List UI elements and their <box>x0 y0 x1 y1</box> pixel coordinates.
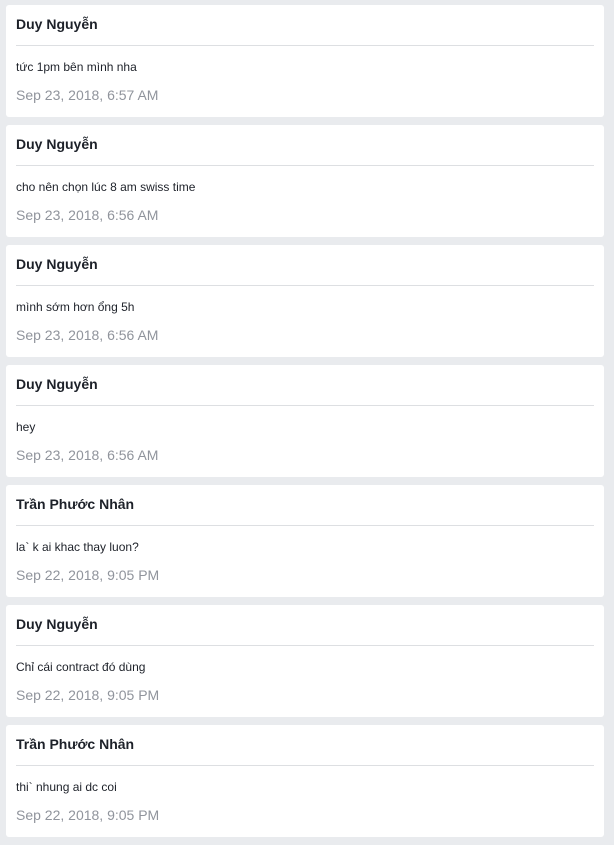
message-sender: Duy Nguyễn <box>16 616 98 632</box>
divider <box>16 165 594 166</box>
divider <box>16 405 594 406</box>
message-text: tức 1pm bên mình nha <box>16 60 137 74</box>
message-sender: Trần Phước Nhân <box>16 496 135 512</box>
message-card: Duy Nguyễn cho nên chọn lúc 8 am swiss t… <box>6 125 604 237</box>
message-sender: Duy Nguyễn <box>16 16 98 32</box>
message-timestamp: Sep 22, 2018, 9:05 PM <box>16 567 160 583</box>
message-timestamp: Sep 23, 2018, 6:56 AM <box>16 327 159 343</box>
divider <box>16 765 594 766</box>
message-card: Trần Phước Nhân la` k ai khac thay luon?… <box>6 485 604 597</box>
message-sender: Trần Phước Nhân <box>16 736 135 752</box>
message-sender: Duy Nguyễn <box>16 376 98 392</box>
message-text: thi` nhung ai dc coi <box>16 780 117 794</box>
divider <box>16 285 594 286</box>
message-timestamp: Sep 23, 2018, 6:57 AM <box>16 87 159 103</box>
message-card: Duy Nguyễn Chỉ cái contract đó dùng Sep … <box>6 605 604 717</box>
message-feed: Duy Nguyễn tức 1pm bên mình nha Sep 23, … <box>6 5 604 845</box>
message-timestamp: Sep 22, 2018, 9:05 PM <box>16 807 160 823</box>
message-timestamp: Sep 22, 2018, 9:05 PM <box>16 687 160 703</box>
message-text: la` k ai khac thay luon? <box>16 540 139 554</box>
message-text: mình sớm hơn ổng 5h <box>16 300 135 314</box>
message-card: Duy Nguyễn tức 1pm bên mình nha Sep 23, … <box>6 5 604 117</box>
message-sender: Duy Nguyễn <box>16 256 98 272</box>
divider <box>16 525 594 526</box>
message-timestamp: Sep 23, 2018, 6:56 AM <box>16 447 159 463</box>
divider <box>16 45 594 46</box>
message-card: Trần Phước Nhân thi` nhung ai dc coi Sep… <box>6 725 604 837</box>
message-card: Duy Nguyễn hey Sep 23, 2018, 6:56 AM <box>6 365 604 477</box>
message-timestamp: Sep 23, 2018, 6:56 AM <box>16 207 159 223</box>
message-text: cho nên chọn lúc 8 am swiss time <box>16 180 196 194</box>
message-text: hey <box>16 420 36 434</box>
message-sender: Duy Nguyễn <box>16 136 98 152</box>
divider <box>16 645 594 646</box>
message-card: Duy Nguyễn mình sớm hơn ổng 5h Sep 23, 2… <box>6 245 604 357</box>
message-text: Chỉ cái contract đó dùng <box>16 660 146 674</box>
